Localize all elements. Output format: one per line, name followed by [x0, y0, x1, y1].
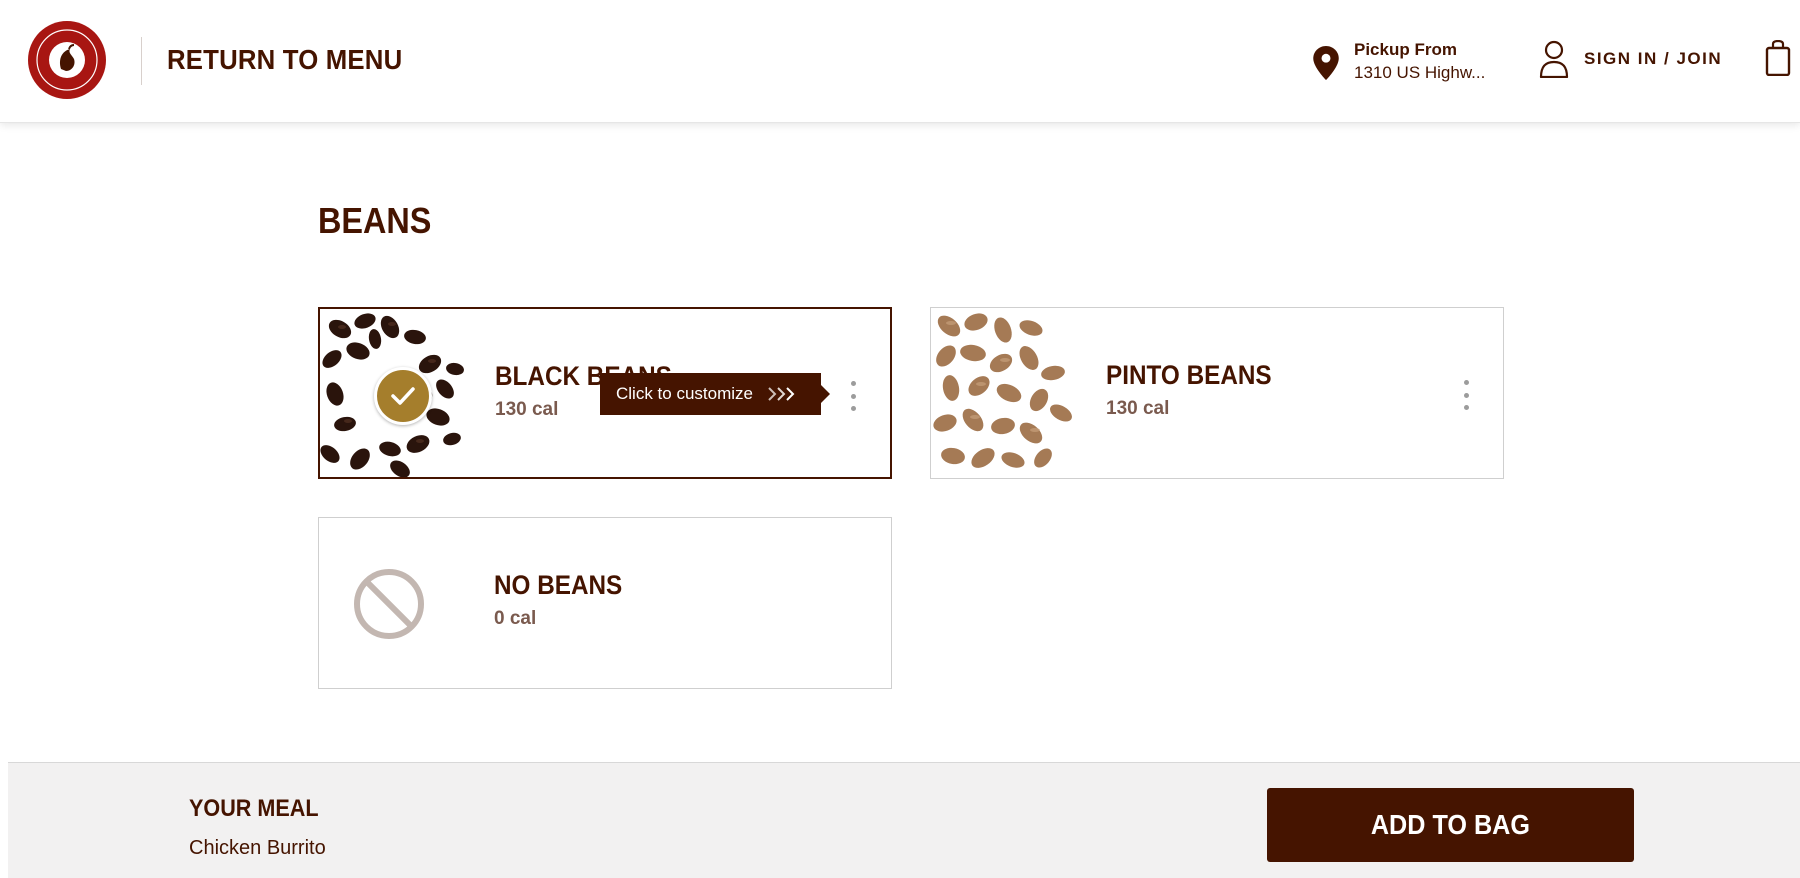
option-name: NO BEANS	[494, 570, 623, 600]
user-icon	[1539, 40, 1569, 78]
pinto-beans-image	[931, 308, 1091, 478]
customize-tooltip[interactable]: Click to customize	[600, 373, 830, 415]
triple-chevron-icon	[767, 386, 797, 402]
meal-footer: YOUR MEAL Chicken Burrito ADD TO BAG	[8, 762, 1800, 878]
section-title: BEANS	[318, 200, 432, 241]
option-card-no-beans[interactable]: NO BEANS 0 cal	[318, 517, 892, 689]
sign-in-label: SIGN IN / JOIN	[1584, 49, 1723, 68]
your-meal-label: YOUR MEAL	[189, 795, 319, 822]
return-to-menu-link[interactable]: RETURN TO MENU	[167, 44, 402, 76]
pickup-address: 1310 US Highw...	[1354, 63, 1486, 82]
pickup-location[interactable]: Pickup From 1310 US Highw...	[1312, 40, 1485, 83]
meal-name: Chicken Burrito	[189, 837, 326, 859]
add-to-bag-button[interactable]: ADD TO BAG	[1267, 788, 1634, 862]
add-to-bag-label: ADD TO BAG	[1370, 809, 1531, 840]
black-beans-image	[320, 309, 480, 477]
checkmark-icon	[391, 387, 415, 405]
more-options-icon[interactable]	[848, 381, 858, 411]
option-calories: 0 cal	[494, 608, 537, 629]
option-calories: 130 cal	[495, 399, 559, 420]
chipotle-logo-icon	[30, 23, 104, 97]
option-card-pinto-beans[interactable]: PINTO BEANS 130 cal	[930, 307, 1504, 479]
option-calories: 130 cal	[1106, 398, 1170, 419]
option-name: PINTO BEANS	[1106, 360, 1272, 390]
header-divider	[141, 37, 142, 85]
more-options-icon[interactable]	[1461, 380, 1471, 410]
selected-check-badge	[374, 367, 432, 425]
pickup-label: Pickup From	[1354, 40, 1457, 59]
bag-icon[interactable]	[1765, 40, 1791, 76]
no-beans-image	[319, 518, 479, 688]
tooltip-label: Click to customize	[616, 384, 753, 403]
sign-in-join-link[interactable]: SIGN IN / JOIN	[1538, 40, 1722, 78]
option-card-black-beans[interactable]: BLACK BEANS 130 cal Click to customize	[318, 307, 892, 479]
no-symbol-icon	[354, 569, 424, 639]
chipotle-logo[interactable]	[28, 21, 106, 99]
header: RETURN TO MENU Pickup From 1310 US Highw…	[0, 0, 1800, 123]
location-pin-icon	[1313, 46, 1339, 80]
